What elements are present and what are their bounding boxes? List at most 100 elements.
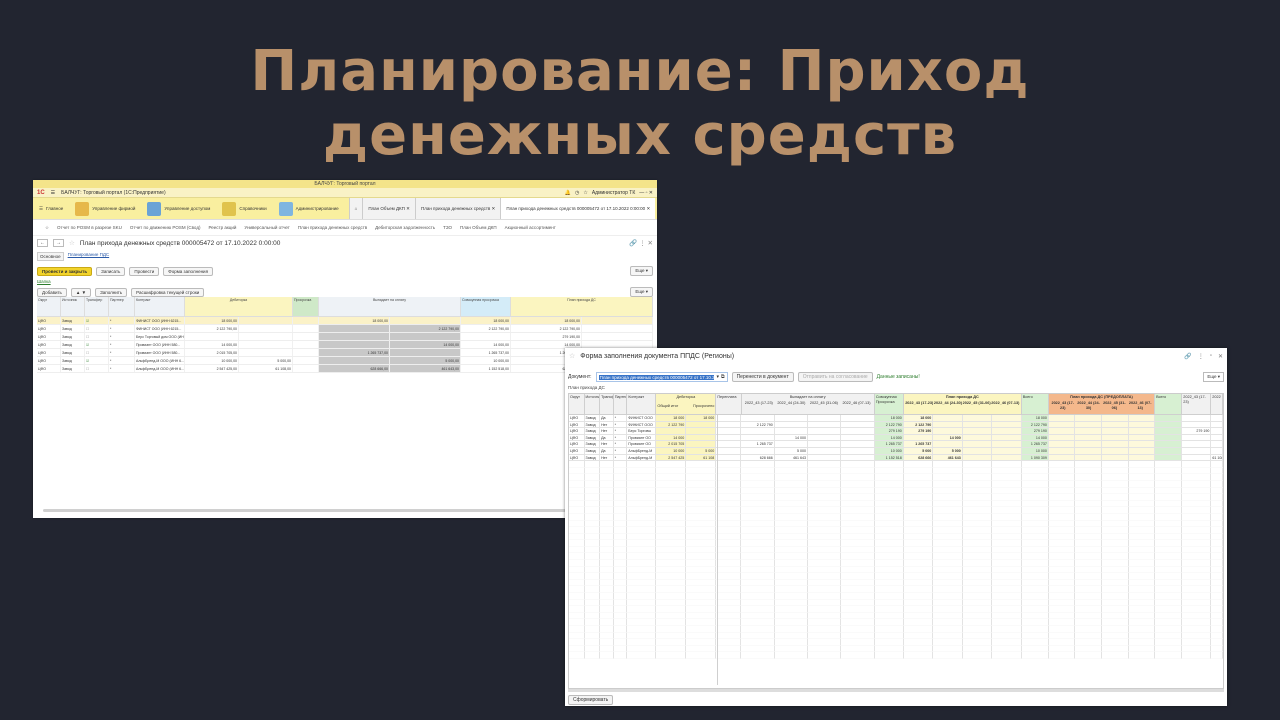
add-button[interactable]: Добавить [37, 287, 67, 297]
table-row[interactable]: ЦФО Завод ☐ * Провиант ООО (ИНН 580... 2 015 … [37, 349, 653, 357]
row-checkbox[interactable]: ☑ [85, 317, 109, 324]
table-cell: 461 643 [933, 454, 963, 462]
generate-button[interactable]: Сформировать [568, 695, 614, 705]
menu-icon[interactable]: ☰ [51, 190, 55, 196]
horizontal-scrollbar[interactable] [568, 689, 1224, 692]
table-row[interactable]: ЦФО Завод ☑ * Провиант ООО (ИНН 580... 14 000… [37, 341, 653, 349]
table-cell [1155, 447, 1183, 455]
section-access[interactable]: Управление доступом [141, 198, 216, 219]
more-icon[interactable]: ⋮ [1198, 353, 1204, 360]
star-icon[interactable]: ☆ [569, 352, 575, 360]
star-icon[interactable]: ☆ [45, 225, 49, 231]
approve-button[interactable]: Отправить на согласование [797, 372, 873, 382]
panel-link[interactable]: Отчет по движению POSM (Свод) [130, 225, 201, 230]
write-button[interactable]: Записать [96, 266, 126, 276]
table-row[interactable]: ЦФО Завод Нет * Берс Торговы 279 190 279 190 27… [569, 428, 1223, 435]
table-cell [716, 599, 742, 607]
fill-button[interactable]: Заполнить [95, 287, 128, 297]
window-controls[interactable]: 🔗 ⋮ ▫ ✕ [1184, 353, 1223, 360]
row-checkbox[interactable]: ☐ [85, 325, 109, 332]
maximize-icon[interactable]: ▫ [1210, 353, 1212, 360]
close-icon[interactable]: ✕ [492, 206, 496, 212]
panel-link[interactable]: Отчет по POSM в разрезе SKU [57, 225, 122, 230]
forward-arrow-icon[interactable]: → [53, 239, 64, 247]
post-close-button[interactable]: Провести и закрыть [37, 266, 93, 276]
history-icon[interactable]: ◷ [575, 190, 579, 196]
star-icon[interactable]: ☆ [69, 239, 75, 247]
table-cell: ЦФО [37, 357, 61, 364]
more-button[interactable]: Еще ▾ [630, 287, 653, 297]
link-main[interactable]: Основное [37, 252, 64, 261]
row-checkbox[interactable]: ☑ [85, 341, 109, 348]
table-cell [1102, 593, 1129, 600]
table-cell [992, 612, 1022, 620]
link-planning[interactable]: Планирование ПДС [68, 252, 110, 261]
bell-icon[interactable]: 🔔 [565, 190, 571, 196]
table-cell [933, 520, 963, 528]
link-icon[interactable]: 🔗 [1184, 353, 1191, 360]
row-checkbox[interactable]: ☑ [85, 357, 109, 364]
table-cell [933, 415, 963, 422]
table-row[interactable]: ЦФО Завод ☐ * ФИНИСТ ООО (ИНН 6215... 2 122 7… [37, 325, 653, 333]
more-button[interactable]: Еще ▾ [630, 266, 653, 276]
panel-link[interactable]: Универсальный отчет [244, 225, 289, 230]
tab-plan-volume[interactable]: План Объем ДКП ✕ [362, 198, 415, 219]
table-cell: * [613, 434, 628, 442]
close-icon[interactable]: ✕ [406, 206, 410, 212]
table-row[interactable]: ЦФО Завод Нет * ФИНИСТ ООО 2 122 790 2 122 790… [569, 421, 1223, 429]
window-controls[interactable]: — ▫ ✕ [639, 190, 653, 196]
row-checkbox[interactable]: ☐ [85, 349, 109, 356]
window-controls[interactable]: 🔗 ⋮ ✕ [629, 239, 653, 247]
panel-link[interactable]: План прихода денежных средств [298, 225, 367, 230]
table-cell [1128, 639, 1156, 646]
section-main[interactable]: ☰ Главное [33, 198, 69, 219]
transfer-button[interactable]: Перенести в документ [731, 372, 794, 382]
table-cell [1048, 546, 1076, 554]
panel-link[interactable]: План Объем ДКП [460, 225, 497, 230]
post-button[interactable]: Провести [129, 266, 160, 276]
table-cell [1075, 428, 1103, 435]
back-arrow-icon[interactable]: ← [37, 239, 48, 247]
tab-plan-doc[interactable]: План прихода денежных средств 000005472 … [500, 198, 656, 219]
table-row[interactable]: ЦФО Завод ☑ * АльфБренд-М ООО (ИНН 6... 10 00… [37, 357, 653, 365]
table-cell [1021, 487, 1049, 495]
table-row[interactable]: ЦФО Завод ☐ * Берс Торговый дом ООО (ИН... 27… [37, 333, 653, 341]
table-row[interactable]: ЦФО Завод Да * АльфБренд-М 10 000 5 000 5 000 10… [569, 447, 1223, 455]
open-icon[interactable]: ⧉ [721, 374, 725, 380]
table-row[interactable]: ЦФО Завод ☐ * АльфБренд-М ООО (ИНН 6... 2 547… [37, 365, 653, 373]
more-button[interactable]: Еще ▾ [1203, 372, 1224, 382]
panel-link[interactable]: Дебиторская задолженность [375, 225, 435, 230]
table-cell [1182, 619, 1212, 626]
dropdown-icon[interactable]: ▾ [716, 374, 719, 380]
table-row[interactable]: ЦФО Завод Нет * АльфБренд-М 2 547 425 61 108 62… [569, 454, 1223, 462]
table-row[interactable]: ЦФО Завод Да * ФИНИСТ ООО 18 000 18 000 18 000 1… [569, 415, 1223, 422]
panel-link[interactable]: Реестр акций [208, 225, 236, 230]
panel-link[interactable]: ТЗО [443, 225, 452, 230]
table-cell [716, 540, 742, 547]
table-cell: 2 122 790 [656, 421, 687, 429]
close-icon[interactable]: ✕ [646, 206, 650, 212]
row-checkbox[interactable]: ☐ [85, 365, 109, 372]
close-icon[interactable]: ✕ [1218, 353, 1223, 360]
home-tab[interactable]: ⌂ [348, 198, 363, 219]
table-cell [656, 474, 687, 481]
star-icon[interactable]: ☆ [583, 190, 587, 196]
section-company[interactable]: Управление фирмой [69, 198, 141, 219]
table-row[interactable]: ЦФО Завод Да * Провиант ОО 14 000 14 000 14 000… [569, 434, 1223, 442]
table-row[interactable]: ЦФО Завод Нет * Провиант ОО 2 015 705 1 265 73… [569, 441, 1223, 448]
doc-field[interactable]: План прихода денежных средств 000005472 … [595, 372, 728, 382]
table-cell [1128, 500, 1156, 508]
table-row[interactable]: ЦФО Завод ☑ * ФИНИСТ ООО (ИНН 6215... 18 000,… [37, 317, 653, 325]
user-name[interactable]: Администратор ТК [592, 190, 635, 196]
section-catalogs[interactable]: Справочники [216, 198, 272, 219]
decode-row-button[interactable]: Расшифровка текущей строки [131, 287, 205, 297]
tab-plan-income[interactable]: План прихода денежных средств ✕ [414, 198, 501, 219]
move-up-button[interactable]: ▲ ▼ [70, 287, 92, 297]
table-cell: 628 666 [903, 454, 934, 462]
panel-link[interactable]: Акционный ассортимент [505, 225, 556, 230]
row-checkbox[interactable]: ☐ [85, 333, 109, 340]
fill-form-button[interactable]: Форма заполнения [163, 266, 214, 276]
table-cell [569, 566, 585, 574]
section-admin[interactable]: Администрирование [273, 198, 345, 219]
horizontal-scrollbar[interactable] [43, 509, 643, 512]
